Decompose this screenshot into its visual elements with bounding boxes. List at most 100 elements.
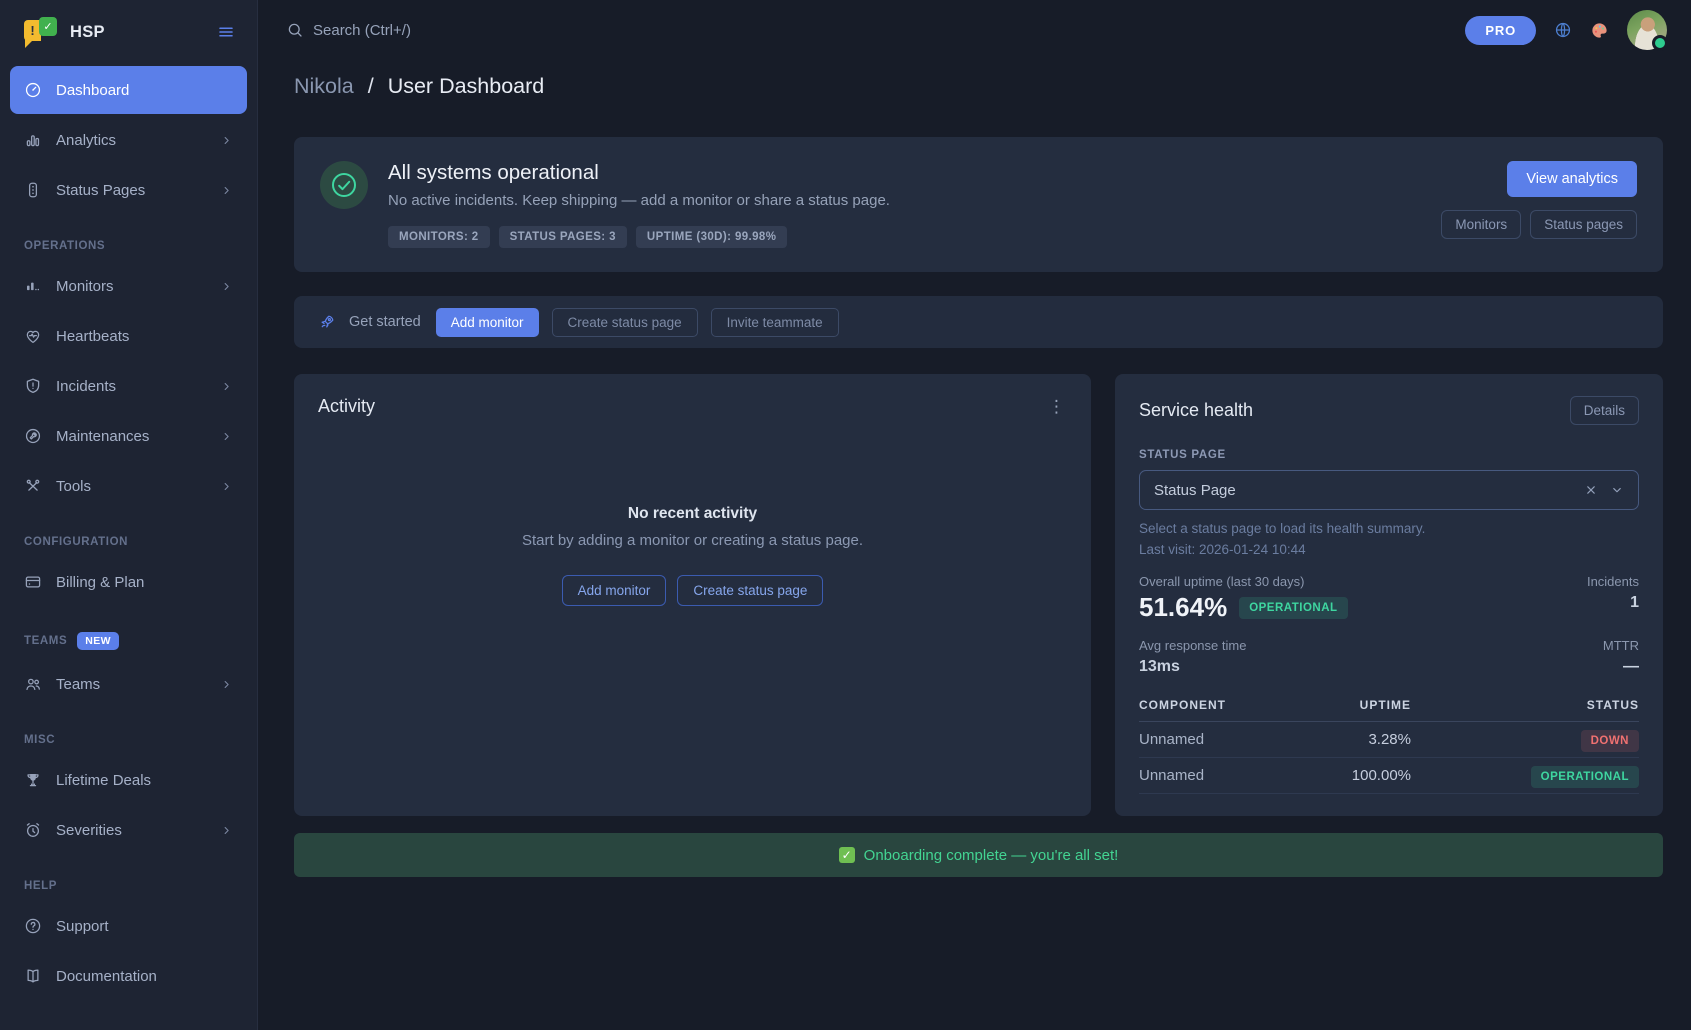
- dashboard-icon: [24, 81, 42, 99]
- incidents-label: Incidents: [1587, 574, 1639, 589]
- sidebar-item-lifetime-deals[interactable]: Lifetime Deals: [10, 756, 247, 804]
- avg-response-label: Avg response time: [1139, 638, 1246, 653]
- component-name: Unnamed: [1139, 731, 1289, 748]
- components-table-header: COMPONENT UPTIME STATUS: [1139, 691, 1639, 722]
- empty-state-subtitle: Start by adding a monitor or creating a …: [522, 532, 863, 549]
- hero-stat-chip: UPTIME (30D): 99.98%: [636, 226, 787, 248]
- component-status-badge: DOWN: [1581, 730, 1639, 752]
- new-badge: NEW: [77, 632, 119, 650]
- sidebar-item-tools[interactable]: Tools: [10, 462, 247, 510]
- uptime-value: 51.64%: [1139, 592, 1227, 623]
- onboarding-text: Onboarding complete — you're all set!: [864, 847, 1119, 864]
- hero-stat-chip: MONITORS: 2: [388, 226, 490, 248]
- component-status-badge: OPERATIONAL: [1531, 766, 1639, 788]
- clear-icon[interactable]: [1584, 483, 1598, 497]
- sidebar-item-incidents[interactable]: Incidents: [10, 362, 247, 410]
- details-button[interactable]: Details: [1570, 396, 1639, 425]
- sidebar-item-dashboard[interactable]: Dashboard: [10, 66, 247, 114]
- breadcrumb-parent[interactable]: Nikola: [294, 74, 354, 98]
- menu-icon[interactable]: [217, 23, 235, 41]
- app-logo: ! ✓: [24, 17, 58, 47]
- uptime-status-badge: OPERATIONAL: [1239, 597, 1347, 619]
- sidebar-section-operations: OPERATIONS: [24, 240, 233, 252]
- rocket-icon: [318, 313, 336, 331]
- globe-icon[interactable]: [1554, 21, 1572, 39]
- pro-badge[interactable]: PRO: [1465, 16, 1536, 45]
- sidebar-section-help: HELP: [24, 880, 233, 892]
- search-icon: [286, 21, 304, 39]
- components-table-body: Unnamed3.28%DOWNUnnamed100.00%OPERATIONA…: [1139, 722, 1639, 794]
- heartbeats-icon: [24, 327, 42, 345]
- sidebar-item-monitors[interactable]: Monitors: [10, 262, 247, 310]
- sidebar-item-analytics[interactable]: Analytics: [10, 116, 247, 164]
- sidebar-item-teams[interactable]: Teams: [10, 660, 247, 708]
- view-analytics-button[interactable]: View analytics: [1507, 161, 1637, 197]
- sidebar-nav: DashboardAnalyticsStatus Pages OPERATIONS…: [0, 66, 257, 1000]
- hero-stat-chip: STATUS PAGES: 3: [499, 226, 627, 248]
- incidents-icon: [24, 377, 42, 395]
- brand-row: ! ✓ HSP: [0, 0, 257, 64]
- activity-card: Activity ⋮ No recent activity Start by a…: [294, 374, 1091, 816]
- hero-subtitle: No active incidents. Keep shipping — add…: [388, 192, 1441, 209]
- sidebar-item-documentation[interactable]: Documentation: [10, 952, 247, 1000]
- service-health-card: Service health Details STATUS PAGE Statu…: [1115, 374, 1663, 816]
- page-content: Nikola / User Dashboard All systems oper…: [258, 60, 1691, 877]
- sidebar-item-support[interactable]: Support: [10, 902, 247, 950]
- status-page-label: STATUS PAGE: [1139, 449, 1639, 461]
- status-pages-button[interactable]: Status pages: [1530, 210, 1637, 239]
- select-helper-text: Select a status page to load its health …: [1139, 521, 1639, 536]
- sidebar-item-billing-plan[interactable]: Billing & Plan: [10, 558, 247, 606]
- sidebar-item-heartbeats[interactable]: Heartbeats: [10, 312, 247, 360]
- sidebar-item-maintenances[interactable]: Maintenances: [10, 412, 247, 460]
- sidebar-section-teams: TEAMSNEW: [24, 632, 233, 650]
- create-status-page-button[interactable]: Create status page: [552, 308, 698, 337]
- breadcrumb: Nikola / User Dashboard: [294, 74, 1663, 99]
- component-row: Unnamed100.00%OPERATIONAL: [1139, 758, 1639, 794]
- chevron-right-icon: [220, 184, 233, 197]
- sidebar-item-severities[interactable]: Severities: [10, 806, 247, 854]
- support-icon: [24, 917, 42, 935]
- empty-add-monitor-button[interactable]: Add monitor: [562, 575, 667, 606]
- add-monitor-button[interactable]: Add monitor: [436, 308, 539, 337]
- main-area: PRO Nikola / User Dashboard All systems …: [258, 0, 1691, 1030]
- get-started-bar: Get started Add monitor Create status pa…: [294, 296, 1663, 348]
- invite-teammate-button[interactable]: Invite teammate: [711, 308, 839, 337]
- component-uptime: 3.28%: [1289, 731, 1411, 748]
- user-avatar[interactable]: [1627, 10, 1667, 50]
- billing-icon: [24, 573, 42, 591]
- book-icon: [24, 967, 42, 985]
- chevron-right-icon: [220, 380, 233, 393]
- last-visit-text: Last visit: 2026-01-24 10:44: [1139, 542, 1639, 557]
- trophy-icon: [24, 771, 42, 789]
- hero-title: All systems operational: [388, 161, 1441, 185]
- kebab-menu-icon[interactable]: ⋮: [1044, 394, 1069, 419]
- incidents-value: 1: [1587, 594, 1639, 612]
- status-page-select[interactable]: Status Page: [1139, 470, 1639, 510]
- status-page-select-value: Status Page: [1154, 482, 1572, 499]
- service-health-title: Service health: [1139, 400, 1253, 421]
- get-started-label: Get started: [349, 314, 421, 330]
- sidebar-item-status-pages[interactable]: Status Pages: [10, 166, 247, 214]
- tools-icon: [24, 477, 42, 495]
- search-input[interactable]: [313, 22, 733, 39]
- activity-title: Activity: [318, 396, 1067, 417]
- breadcrumb-separator: /: [368, 74, 374, 98]
- check-circle-icon: [320, 161, 368, 209]
- component-row: Unnamed3.28% DOWN: [1139, 722, 1639, 758]
- mttr-label: MTTR: [1603, 638, 1639, 653]
- hero-chips: MONITORS: 2 STATUS PAGES: 3 UPTIME (30D): …: [388, 226, 1441, 248]
- search-bar[interactable]: [286, 21, 1465, 39]
- chevron-down-icon[interactable]: [1610, 483, 1624, 497]
- activity-empty-state: No recent activity Start by adding a mon…: [318, 505, 1067, 606]
- palette-icon[interactable]: [1590, 21, 1609, 40]
- component-name: Unnamed: [1139, 767, 1289, 784]
- monitors-icon: [24, 277, 42, 295]
- uptime-label: Overall uptime (last 30 days): [1139, 574, 1348, 589]
- chevron-right-icon: [220, 678, 233, 691]
- maintenances-icon: [24, 427, 42, 445]
- chevron-right-icon: [220, 134, 233, 147]
- empty-create-status-page-button[interactable]: Create status page: [677, 575, 823, 606]
- onboarding-banner: ✓ Onboarding complete — you're all set!: [294, 833, 1663, 877]
- chevron-right-icon: [220, 280, 233, 293]
- monitors-button[interactable]: Monitors: [1441, 210, 1521, 239]
